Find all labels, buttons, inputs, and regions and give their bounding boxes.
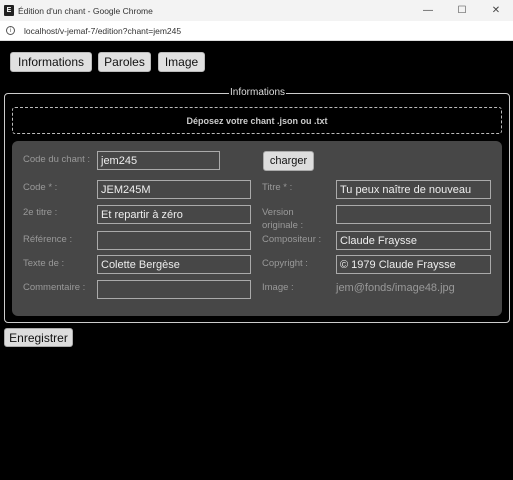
window-controls: — ☐ ✕ [411, 0, 513, 21]
second-titre-label: 2e titre : [23, 207, 58, 218]
informations-fieldset: Informations Déposez votre chant .json o… [4, 87, 510, 323]
code-chant-label: Code du chant : [23, 154, 91, 165]
close-icon[interactable]: ✕ [479, 0, 513, 21]
code-chant-input[interactable]: jem245 [97, 151, 220, 170]
reference-label: Référence : [23, 234, 73, 245]
window-title: Édition d'un chant - Google Chrome [18, 5, 153, 16]
code-input[interactable]: JEM245M [97, 180, 251, 199]
address-bar[interactable]: i localhost/v-jemaf-7/edition?chant=jem2… [0, 21, 513, 41]
tab-image[interactable]: Image [158, 52, 205, 72]
form-panel: Code du chant : jem245 charger Code * : … [12, 141, 502, 316]
commentaire-input[interactable] [97, 280, 251, 299]
reference-input[interactable] [97, 231, 251, 250]
image-label: Image : [262, 282, 294, 293]
titre-label: Titre * : [262, 182, 293, 193]
url-text[interactable]: localhost/v-jemaf-7/edition?chant=jem245 [24, 26, 181, 36]
version-originale-label-line2: originale : [262, 220, 304, 231]
commentaire-label: Commentaire : [23, 282, 86, 293]
copyright-label: Copyright : [262, 258, 308, 269]
second-titre-input[interactable]: Et repartir à zéro [97, 205, 251, 224]
maximize-icon[interactable]: ☐ [445, 0, 479, 21]
compositeur-label: Compositeur : [262, 234, 322, 245]
info-icon[interactable]: i [6, 26, 15, 35]
charger-button[interactable]: charger [263, 151, 314, 171]
page-content: Informations Paroles Image Informations … [0, 41, 513, 480]
file-dropzone[interactable]: Déposez votre chant .json ou .txt [12, 107, 502, 134]
minimize-icon[interactable]: — [411, 0, 445, 21]
version-originale-input[interactable] [336, 205, 491, 224]
titre-input[interactable]: Tu peux naître de nouveau [336, 180, 491, 199]
fieldset-legend: Informations [229, 87, 287, 98]
app-icon: E [4, 5, 14, 16]
compositeur-input[interactable]: Claude Fraysse [336, 231, 491, 250]
save-button[interactable]: Enregistrer [4, 328, 73, 347]
tab-paroles[interactable]: Paroles [98, 52, 151, 72]
texte-de-input[interactable]: Colette Bergèse [97, 255, 251, 274]
code-label: Code * : [23, 182, 58, 193]
image-path-value: jem@fonds/image48.jpg [336, 282, 455, 294]
texte-de-label: Texte de : [23, 258, 65, 269]
window-titlebar: E Édition d'un chant - Google Chrome — ☐… [0, 0, 513, 21]
copyright-input[interactable]: © 1979 Claude Fraysse [336, 255, 491, 274]
tab-informations[interactable]: Informations [10, 52, 92, 72]
version-originale-label-line1: Version [262, 207, 294, 218]
